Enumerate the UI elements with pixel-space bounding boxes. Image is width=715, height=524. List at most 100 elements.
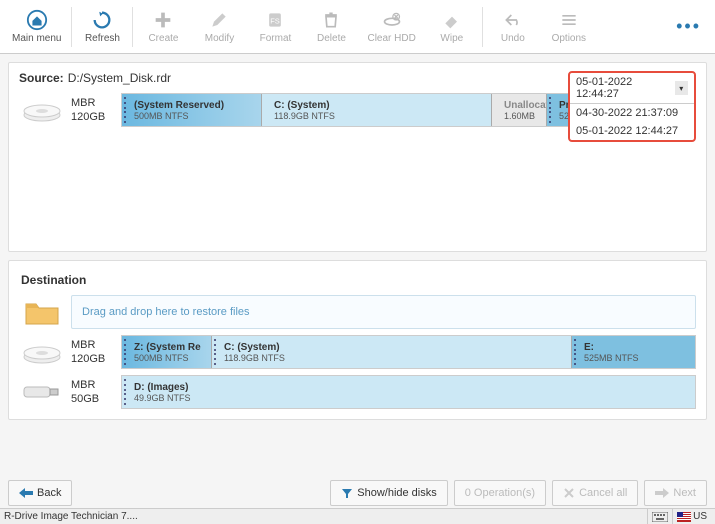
destination-disk-bar[interactable]: D: (Images)49.9GB NTFS	[121, 375, 696, 409]
partition-sub: 49.9GB NTFS	[134, 393, 691, 403]
source-panel: Source: D:/System_Disk.rdr Image date/ti…	[8, 62, 707, 252]
refresh-label: Refresh	[85, 33, 120, 44]
partition[interactable]: Z: (System Re500MB NTFS	[122, 336, 212, 368]
partition[interactable]: (System Reserved)500MB NTFS	[122, 94, 262, 126]
clear-hdd-label: Clear HDD	[367, 33, 415, 44]
main-menu-button[interactable]: Main menu	[4, 5, 69, 48]
plus-icon	[152, 9, 174, 31]
undo-icon	[502, 9, 524, 31]
chevron-down-icon: ▾	[675, 81, 689, 95]
options-icon	[558, 9, 580, 31]
main-menu-label: Main menu	[12, 33, 61, 44]
partition-name: Unallocat	[504, 100, 542, 111]
undo-label: Undo	[501, 33, 525, 44]
cancel-all-button: Cancel all	[552, 480, 638, 506]
status-bar: R-Drive Image Technician 7.... US	[0, 508, 715, 524]
destination-disk-row: MBR50GBD: (Images)49.9GB NTFS	[19, 375, 696, 409]
destination-disk-bar[interactable]: Z: (System Re500MB NTFSC: (System)118.9G…	[121, 335, 696, 369]
partition-name: E:	[584, 342, 691, 353]
image-date-group: Image date/time: 05-01-2022 12:44:27 ▾ 0…	[597, 71, 696, 85]
operations-button: 0 Operation(s)	[454, 480, 546, 506]
show-hide-disks-button[interactable]: Show/hide disks	[330, 480, 448, 506]
partition[interactable]: E:525MB NTFS	[572, 336, 695, 368]
partition-name: (System Reserved)	[134, 100, 257, 111]
drag-handle-icon[interactable]	[573, 338, 579, 366]
more-button[interactable]: •••	[676, 16, 711, 37]
destination-label: Destination	[21, 273, 696, 287]
drag-handle-icon[interactable]	[123, 338, 129, 366]
format-button[interactable]: FS Format	[247, 5, 303, 48]
date-option[interactable]: 04-30-2022 21:37:09	[570, 104, 694, 122]
destination-panel: Destination Drag and drop here to restor…	[8, 260, 707, 420]
drag-handle-icon[interactable]	[123, 378, 129, 406]
partition-sub: 118.9GB NTFS	[274, 111, 487, 121]
next-button: Next	[644, 480, 707, 506]
pencil-icon	[208, 9, 230, 31]
drag-handle-icon[interactable]	[548, 96, 554, 124]
date-option[interactable]: 05-01-2022 12:44:27	[570, 122, 694, 140]
delete-button[interactable]: Delete	[303, 5, 359, 48]
home-icon	[26, 9, 48, 31]
folder-icon	[19, 297, 65, 327]
partition-sub: 118.9GB NTFS	[224, 353, 567, 363]
partition-sub: 525MB NTFS	[584, 353, 691, 363]
wipe-label: Wipe	[440, 33, 463, 44]
partition-sub: 500MB NTFS	[134, 111, 257, 121]
create-label: Create	[148, 33, 178, 44]
date-dropdown[interactable]: 05-01-2022 12:44:27 ▾ 04-30-2022 21:37:0…	[568, 71, 696, 142]
toolbar: Main menu Refresh Create Modify FS Forma…	[0, 0, 715, 54]
partition[interactable]: C: (System)118.9GB NTFS	[262, 94, 492, 126]
footer: Back Show/hide disks 0 Operation(s) Canc…	[8, 480, 707, 506]
usb-icon	[19, 377, 65, 407]
disk-meta: MBR 120GB	[71, 96, 121, 125]
partition-sub: 500MB NTFS	[134, 353, 207, 363]
disk-meta: MBR120GB	[71, 338, 121, 367]
format-icon: FS	[264, 9, 286, 31]
language-indicator[interactable]: US	[672, 509, 711, 524]
source-label: Source:	[19, 71, 64, 85]
hdd-icon	[19, 95, 65, 125]
partition-name: Z: (System Re	[134, 342, 207, 353]
dropzone[interactable]: Drag and drop here to restore files	[71, 295, 696, 329]
partition-name: C: (System)	[224, 342, 567, 353]
partition[interactable]: C: (System)118.9GB NTFS	[212, 336, 572, 368]
partition[interactable]: Unallocat1.60MB	[492, 94, 547, 126]
source-path: D:/System_Disk.rdr	[68, 71, 171, 85]
source-header: Source: D:/System_Disk.rdr Image date/ti…	[19, 71, 696, 85]
undo-button[interactable]: Undo	[485, 5, 541, 48]
drag-handle-icon[interactable]	[213, 338, 219, 366]
wipe-button[interactable]: Wipe	[424, 5, 480, 48]
arrow-left-icon	[19, 488, 33, 498]
disk-meta: MBR50GB	[71, 378, 121, 407]
close-icon	[563, 487, 575, 499]
clear-hdd-button[interactable]: Clear HDD	[359, 5, 423, 48]
destination-disk-row: MBR120GBZ: (System Re500MB NTFSC: (Syste…	[19, 335, 696, 369]
trash-icon	[320, 9, 342, 31]
hdd-icon	[19, 337, 65, 367]
keyboard-icon	[652, 512, 668, 522]
delete-label: Delete	[317, 33, 346, 44]
options-label: Options	[552, 33, 586, 44]
filter-icon	[341, 487, 353, 499]
back-button[interactable]: Back	[8, 480, 72, 506]
dropzone-row: Drag and drop here to restore files	[19, 295, 696, 329]
refresh-icon	[91, 9, 113, 31]
partition-sub: 1.60MB	[504, 111, 542, 121]
svg-text:FS: FS	[271, 16, 281, 25]
partition-name: C: (System)	[274, 100, 487, 111]
clear-hdd-icon	[381, 9, 403, 31]
eraser-icon	[441, 9, 463, 31]
options-button[interactable]: Options	[541, 5, 597, 48]
status-app: R-Drive Image Technician 7....	[4, 511, 138, 522]
flag-icon	[677, 512, 691, 522]
modify-label: Modify	[205, 33, 234, 44]
modify-button[interactable]: Modify	[191, 5, 247, 48]
keyboard-indicator[interactable]	[647, 509, 672, 524]
format-label: Format	[260, 33, 292, 44]
arrow-right-icon	[655, 488, 669, 498]
date-option-selected[interactable]: 05-01-2022 12:44:27 ▾	[570, 73, 694, 104]
partition[interactable]: D: (Images)49.9GB NTFS	[122, 376, 695, 408]
refresh-button[interactable]: Refresh	[74, 5, 130, 48]
drag-handle-icon[interactable]	[123, 96, 129, 124]
create-button[interactable]: Create	[135, 5, 191, 48]
